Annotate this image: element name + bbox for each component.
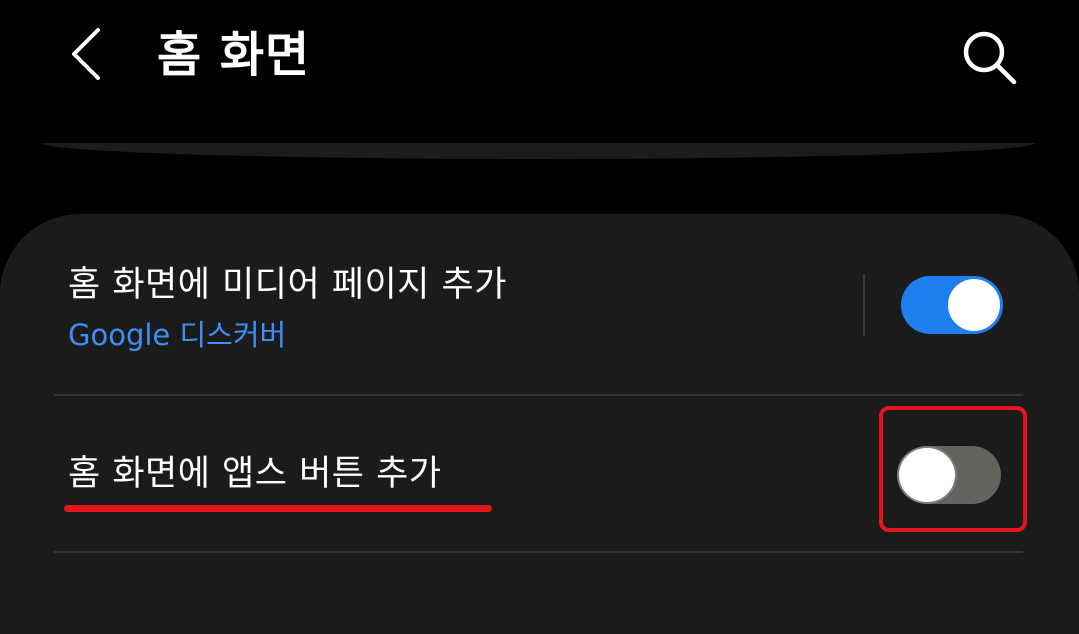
row-divider [54,551,1023,553]
previous-card-edge [42,143,1035,159]
media-page-toggle[interactable] [901,276,1003,334]
toggle-separator [863,274,865,336]
media-page-setting-subtitle: Google 디스커버 [68,318,287,352]
chevron-left-icon [72,28,100,80]
media-page-setting-row[interactable]: 홈 화면에 미디어 페이지 추가 Google 디스커버 [0,236,1079,394]
search-button[interactable] [956,24,1022,90]
page-title: 홈 화면 [157,27,311,83]
back-button[interactable] [60,22,120,86]
apps-button-setting-title: 홈 화면에 앱스 버튼 추가 [68,454,442,494]
app-header: 홈 화면 [0,0,1079,120]
toggle-knob [948,279,1000,331]
search-icon [963,31,1017,85]
media-page-setting-title: 홈 화면에 미디어 페이지 추가 [68,265,507,305]
annotation-underline [64,505,492,512]
annotation-highlight-box [879,406,1027,532]
